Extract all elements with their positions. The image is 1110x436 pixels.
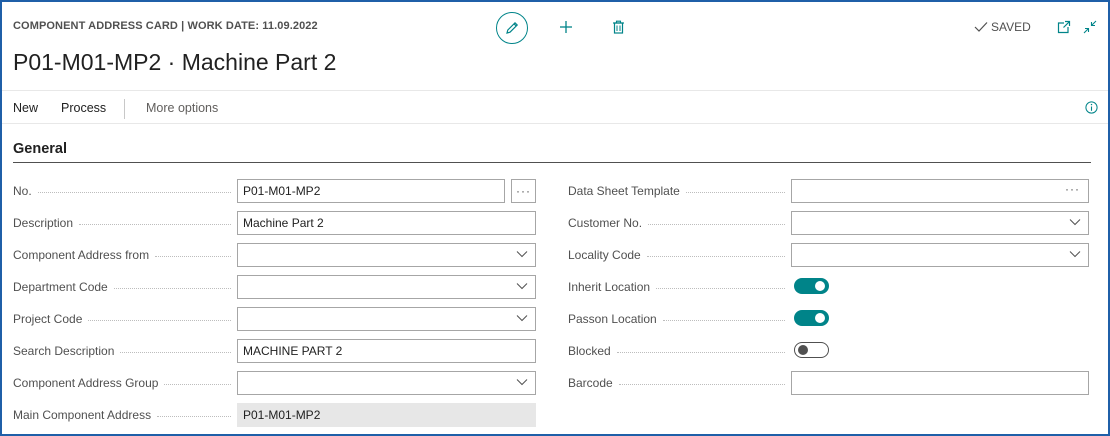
collapse-button[interactable] [1082,19,1098,35]
field-row-main-component-address: Main Component Address P01-M01-MP2 [13,403,537,427]
page-caption: COMPONENT ADDRESS CARD | WORK DATE: 11.0… [13,20,318,32]
barcode-field[interactable] [791,371,1089,395]
locality-code-select[interactable] [791,243,1089,267]
toggle-knob [815,313,825,323]
description-field[interactable]: Machine Part 2 [237,211,536,235]
field-label-component-address-from: Component Address from [13,248,231,262]
top-bar: COMPONENT ADDRESS CARD | WORK DATE: 11.0… [2,2,1108,46]
action-separator [124,99,125,119]
field-label-department-code: Department Code [13,280,231,294]
info-icon [1084,100,1098,114]
more-options-action[interactable]: More options [146,101,218,115]
plus-icon [560,21,572,33]
field-label-inherit-location: Inherit Location [568,280,785,294]
section-title-general[interactable]: General [13,141,67,157]
field-row-data-sheet-template: Data Sheet Template ··· [568,179,1091,203]
field-label-blocked: Blocked [568,344,785,358]
info-button[interactable] [1084,100,1098,114]
field-label-project-code: Project Code [13,312,231,326]
new-action[interactable]: New [13,101,38,115]
toggle-knob [798,345,808,355]
section-divider [13,162,1091,163]
ellipsis-icon[interactable]: ··· [1065,182,1080,196]
field-label-no: No. [13,184,231,198]
chevron-down-icon [516,283,528,290]
trash-icon [612,20,624,34]
chevron-down-icon [516,251,528,258]
component-address-from-select[interactable] [237,243,536,267]
chevron-down-icon [1069,251,1081,258]
ellipsis-icon: ··· [516,184,531,198]
page-title: P01-M01-MP2 · Machine Part 2 [13,49,337,75]
field-row-description: Description Machine Part 2 [13,211,537,235]
field-label-component-address-group: Component Address Group [13,376,231,390]
field-row-customer-no: Customer No. [568,211,1091,235]
chevron-down-icon [1069,219,1081,226]
field-row-inherit-location: Inherit Location [568,275,1091,299]
component-address-group-select[interactable] [237,371,536,395]
delete-button[interactable] [610,19,626,35]
page-frame: COMPONENT ADDRESS CARD | WORK DATE: 11.0… [0,0,1110,436]
edit-button[interactable] [496,12,528,44]
pencil-icon [506,21,519,34]
passon-location-toggle[interactable] [794,310,829,326]
field-row-component-address-group: Component Address Group [13,371,537,395]
search-description-field[interactable]: MACHINE PART 2 [237,339,536,363]
inherit-location-toggle[interactable] [794,278,829,294]
field-row-search-description: Search Description MACHINE PART 2 [13,339,537,363]
chevron-down-icon [516,379,528,386]
saved-label: SAVED [991,20,1031,34]
field-label-main-component-address: Main Component Address [13,408,231,422]
action-bar: New Process More options [2,90,1108,124]
no-assist-button[interactable]: ··· [511,179,536,203]
data-sheet-template-field[interactable]: ··· [791,179,1089,203]
open-in-new-window-icon [1057,20,1071,34]
field-label-passon-location: Passon Location [568,312,785,326]
field-row-passon-location: Passon Location [568,307,1091,331]
field-row-locality-code: Locality Code [568,243,1091,267]
toggle-knob [815,281,825,291]
checkmark-icon [974,22,988,32]
field-label-barcode: Barcode [568,376,785,390]
saved-status: SAVED [974,20,1031,34]
chevron-down-icon [516,315,528,322]
field-label-description: Description [13,216,231,230]
field-row-no: No. P01-M01-MP2 ··· [13,179,537,203]
no-field[interactable]: P01-M01-MP2 [237,179,505,203]
field-label-locality-code: Locality Code [568,248,785,262]
blocked-toggle[interactable] [794,342,829,358]
field-row-barcode: Barcode [568,371,1091,395]
customer-no-select[interactable] [791,211,1089,235]
collapse-icon [1083,20,1097,34]
department-code-select[interactable] [237,275,536,299]
field-row-project-code: Project Code [13,307,537,331]
process-action[interactable]: Process [61,101,106,115]
field-label-data-sheet-template: Data Sheet Template [568,184,785,198]
project-code-select[interactable] [237,307,536,331]
field-row-component-address-from: Component Address from [13,243,537,267]
field-label-search-description: Search Description [13,344,231,358]
field-row-department-code: Department Code [13,275,537,299]
field-row-blocked: Blocked [568,339,1091,363]
open-in-new-window-button[interactable] [1056,19,1072,35]
main-component-address-field: P01-M01-MP2 [237,403,536,427]
field-label-customer-no: Customer No. [568,216,785,230]
add-button[interactable] [558,19,574,35]
